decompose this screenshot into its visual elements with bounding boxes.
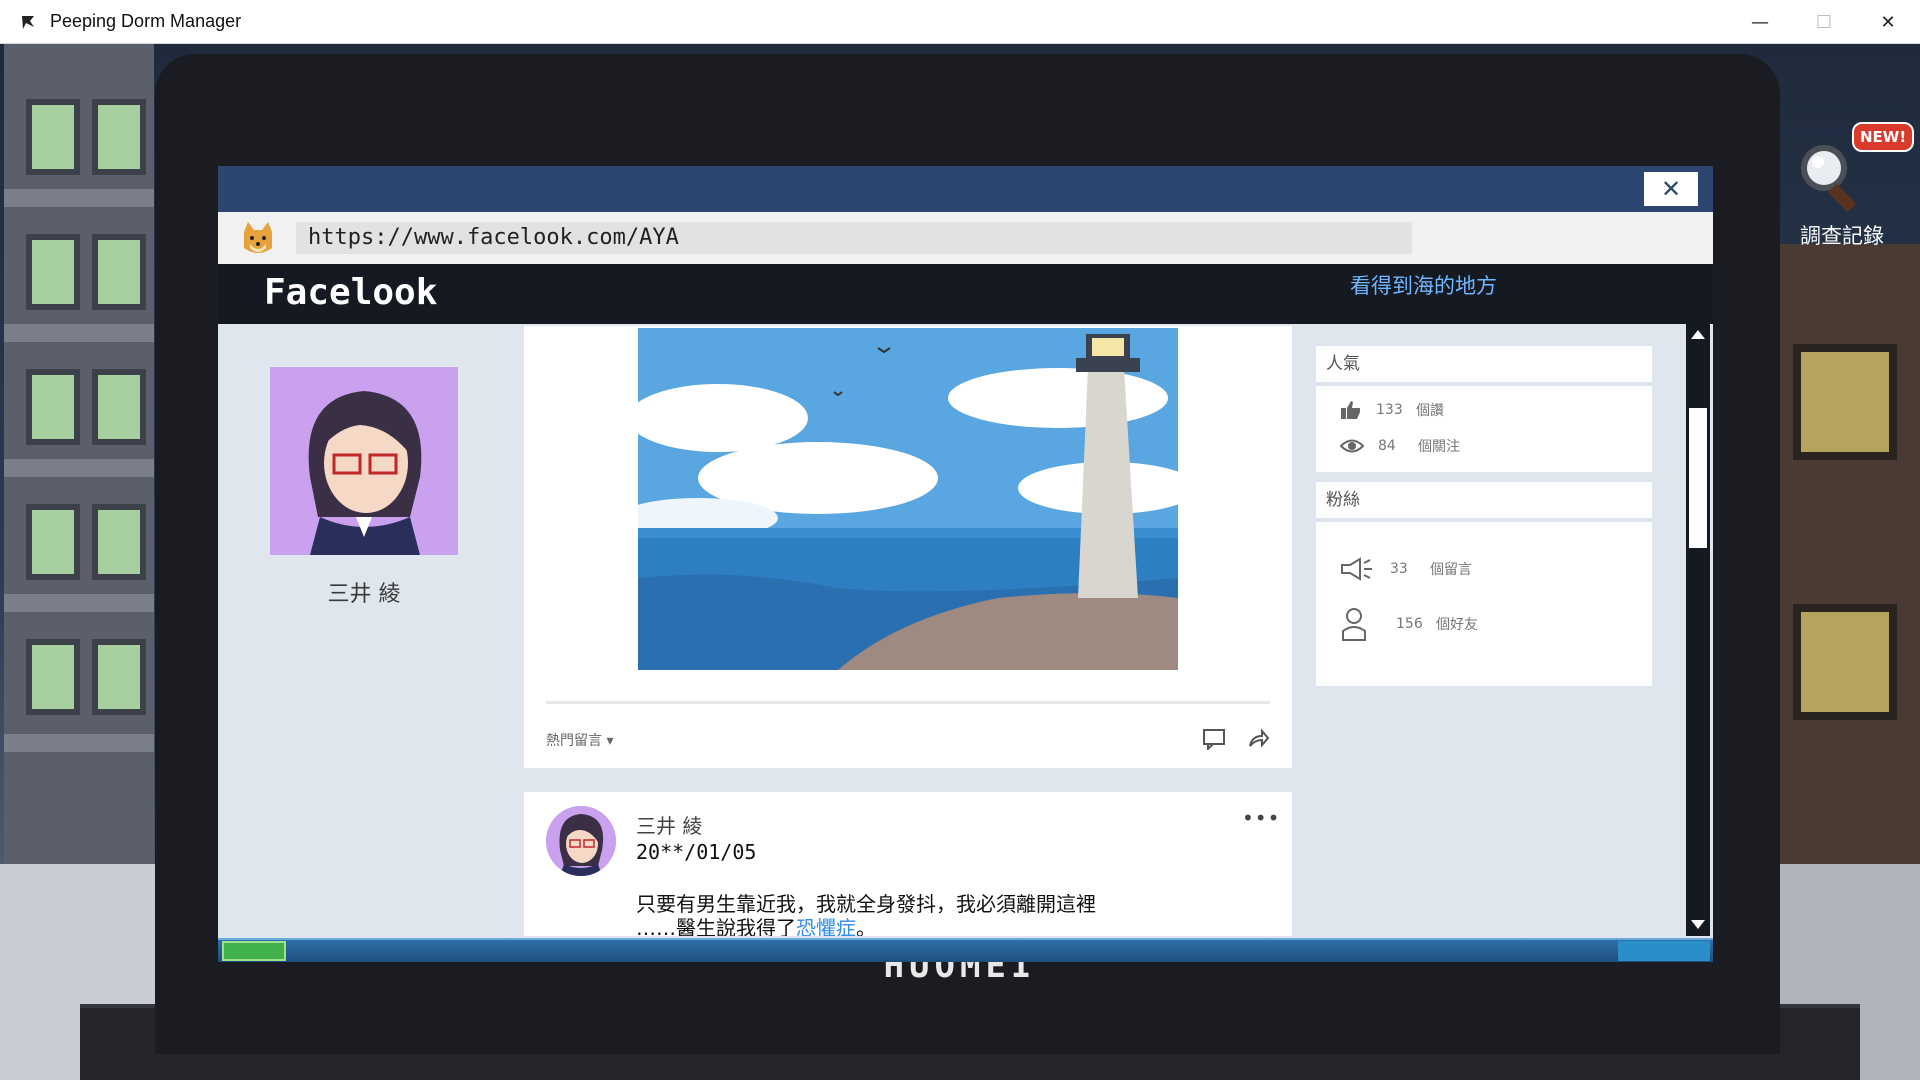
comment-icon[interactable] [1202,728,1226,750]
thumbs-up-icon [1341,401,1360,419]
megaphone-icon [1341,557,1372,581]
comment-text-line2: ……醫生說我得了恐懼症。 [636,916,1236,936]
hot-comments-dropdown[interactable]: 熱門留言 ▾ [546,730,613,750]
comment-avatar[interactable] [546,806,616,876]
building-ledge [4,594,154,612]
post-divider [546,701,1270,704]
building-window [26,99,80,175]
start-button[interactable] [222,941,286,961]
site-header: Facelook 看得到海的地方 [218,264,1713,324]
friends-label: 個好友 [1436,617,1478,633]
building-window [1793,344,1897,460]
share-icon[interactable] [1246,728,1270,750]
lighthouse-photo[interactable] [638,328,1178,670]
profile-avatar[interactable] [270,367,458,555]
maximize-button[interactable]: ☐ [1792,0,1856,44]
friends-row: 156 個好友 [1316,596,1652,652]
friends-count: 156 [1396,616,1423,632]
url-field[interactable]: https://www.facelook.com/AYA [296,222,1412,254]
building-window [92,504,146,580]
browser-top-bar: ✕ [218,166,1713,212]
building-ledge [4,459,154,477]
building-window [92,369,146,445]
building-window [92,234,146,310]
building-window [92,99,146,175]
comment-text-line1: 只要有男生靠近我，我就全身發抖，我必須離開這裡 [636,892,1096,916]
profile-subtitle: 看得到海的地方 [1350,274,1497,298]
window-titlebar: Peeping Dorm Manager — ☐ ✕ [0,0,1920,44]
investigation-record-label: 調查記錄 [1800,224,1884,248]
app-icon [16,9,42,35]
browser-window: ✕ https://www.facelook.com/AYA Facelook … [218,166,1713,962]
new-badge: NEW! [1852,122,1915,152]
comment-text-suffix: 。 [856,916,876,936]
follows-count: 84 [1378,438,1396,454]
minimize-button[interactable]: — [1728,0,1792,44]
profile-name: 三井 綾 [327,582,401,607]
popularity-header: 人氣 [1316,346,1652,382]
scroll-down-arrow[interactable] [1691,920,1705,929]
stats-panel: 人氣 133 個讚 84 個關注 粉絲 33 個留言 156 個好友 [1316,346,1652,686]
building-window [26,639,80,715]
game-scene: HUOMEI NEW! 調查記錄 ✕ https://www.facelook.… [0,44,1920,1080]
more-options-button[interactable]: ••• [1242,806,1280,830]
system-tray [1618,941,1710,961]
building-window [1793,604,1897,720]
browser-close-button[interactable]: ✕ [1644,172,1698,206]
comment-text-prefix: ……醫生說我得了 [636,916,796,936]
building-window [26,504,80,580]
building-window [92,639,146,715]
comments-row: 33 個留言 [1316,542,1652,596]
follows-row: 84 個關注 [1316,428,1652,464]
fans-body: 33 個留言 156 個好友 [1316,522,1652,686]
building-window [26,369,80,445]
follows-label: 個關注 [1418,439,1460,455]
popularity-body: 133 個讚 84 個關注 [1316,386,1652,472]
likes-label: 個讚 [1416,403,1444,419]
investigation-record-button[interactable]: NEW! 調查記錄 [1782,116,1915,256]
address-bar: https://www.facelook.com/AYA [218,212,1713,264]
window-title: Peeping Dorm Manager [50,11,242,31]
comment-date: 20**/01/05 [636,840,757,864]
page-content: 三井 綾 熱門留言 ▾ 三井 綾 20**/01/05 ••• 只要有男生靠近我… [218,324,1713,936]
post-card: 熱門留言 ▾ [524,326,1292,768]
scroll-thumb[interactable] [1689,408,1707,548]
building-ledge [4,189,154,207]
site-logo[interactable]: Facelook [264,272,437,313]
fans-header: 粉絲 [1316,482,1652,518]
taskbar [218,938,1713,962]
scroll-up-arrow[interactable] [1691,330,1705,339]
eye-icon [1340,439,1364,453]
building-window [26,234,80,310]
comments-count: 33 [1390,561,1408,577]
doge-icon [244,222,272,253]
page-scrollbar[interactable] [1686,324,1710,936]
likes-count: 133 [1376,402,1403,418]
likes-row: 133 個讚 [1316,392,1652,428]
building-ledge [4,324,154,342]
close-window-button[interactable]: ✕ [1856,0,1920,44]
comment-text: 只要有男生靠近我，我就全身發抖，我必須離開這裡 ……醫生說我得了恐懼症。 [636,892,1236,936]
comments-label: 個留言 [1430,562,1472,578]
comment-card: 三井 綾 20**/01/05 ••• 只要有男生靠近我，我就全身發抖，我必須離… [524,792,1292,936]
comment-author[interactable]: 三井 綾 [636,810,702,839]
building-ledge [4,734,154,752]
phobia-link[interactable]: 恐懼症 [796,916,856,936]
person-icon [1342,608,1366,641]
